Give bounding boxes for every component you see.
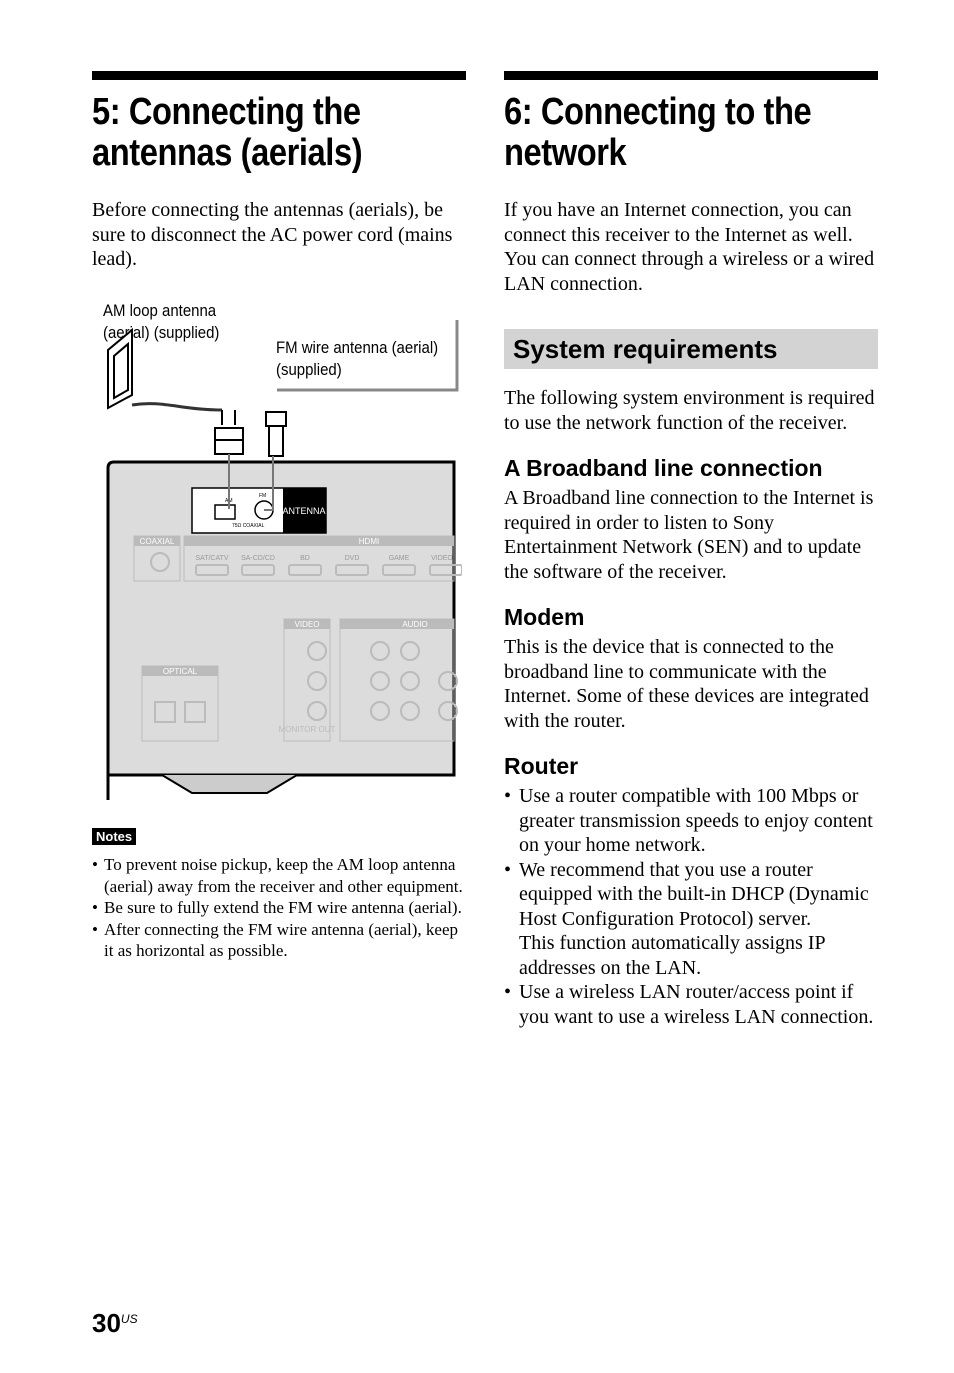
broadband-text: A Broadband line connection to the Inter… <box>504 487 874 583</box>
intro-text: If you have an Internet connection, you … <box>504 199 875 295</box>
hdmi-input-label: DVD <box>345 555 360 562</box>
coax75-label: 75Ω COAXIAL <box>232 523 265 529</box>
section-intro: The following system environment is requ… <box>504 387 875 434</box>
optical-label: OPTICAL <box>163 667 198 676</box>
receiver-back-panel: ANTENNA FM AM 75Ω COAXIAL COAXIAL HDMI S… <box>106 320 462 800</box>
section-rule <box>92 71 466 80</box>
modem-text: This is the device that is connected to … <box>504 636 869 732</box>
section-rule <box>504 71 878 80</box>
broadband-heading: A Broadband line connection <box>504 455 823 481</box>
router-item: We recommend that you use a router equip… <box>504 858 878 981</box>
coaxial-label: COAXIAL <box>140 537 175 546</box>
subsection-title: System requirements <box>504 329 878 369</box>
hdmi-input-label: BD <box>300 555 310 562</box>
antenna-connection-diagram: AM loop antenna (aerial) (supplied) FM w… <box>92 290 462 800</box>
video-label: VIDEO <box>295 620 320 629</box>
hdmi-label: HDMI <box>359 537 379 546</box>
note-item: After connecting the FM wire antenna (ae… <box>92 919 466 962</box>
monitor-out-label: MONITOR OUT <box>279 725 336 734</box>
antenna-label: ANTENNA <box>282 506 325 516</box>
section-title: 5: Connecting the antennas (aerials) <box>92 91 363 174</box>
hdmi-input-label: SA-CD/CD <box>241 555 275 562</box>
fm-terminal-label: FM <box>259 493 266 499</box>
page-number-value: 30 <box>92 1308 121 1338</box>
right-column: 6: Connecting to the network If you have… <box>504 71 878 1029</box>
intro-text: Before connecting the antennas (aerials)… <box>92 199 453 270</box>
router-item-text: We recommend that you use a router equip… <box>519 858 869 930</box>
notes-section: Notes To prevent noise pickup, keep the … <box>92 828 466 962</box>
modem-heading: Modem <box>504 604 585 630</box>
router-item: Use a wireless LAN router/access point i… <box>504 980 878 1029</box>
region-suffix: US <box>120 1312 138 1326</box>
left-column: 5: Connecting the antennas (aerials) Bef… <box>92 71 466 272</box>
note-item: Be sure to fully extend the FM wire ante… <box>92 897 466 919</box>
section-title: 6: Connecting to the network <box>504 91 812 174</box>
notes-badge: Notes <box>92 828 137 845</box>
router-item-extra: This function automatically assigns IP a… <box>519 932 825 979</box>
hdmi-input-label: GAME <box>389 555 410 562</box>
router-item: Use a router compatible with 100 Mbps or… <box>504 784 878 858</box>
page-number: 30US <box>92 1308 138 1339</box>
hdmi-input-label: VIDEO <box>431 555 453 562</box>
audio-label: AUDIO <box>402 620 427 629</box>
router-heading: Router <box>504 753 579 779</box>
note-item: To prevent noise pickup, keep the AM loo… <box>92 854 466 897</box>
hdmi-input-label: SAT/CATV <box>195 555 229 562</box>
